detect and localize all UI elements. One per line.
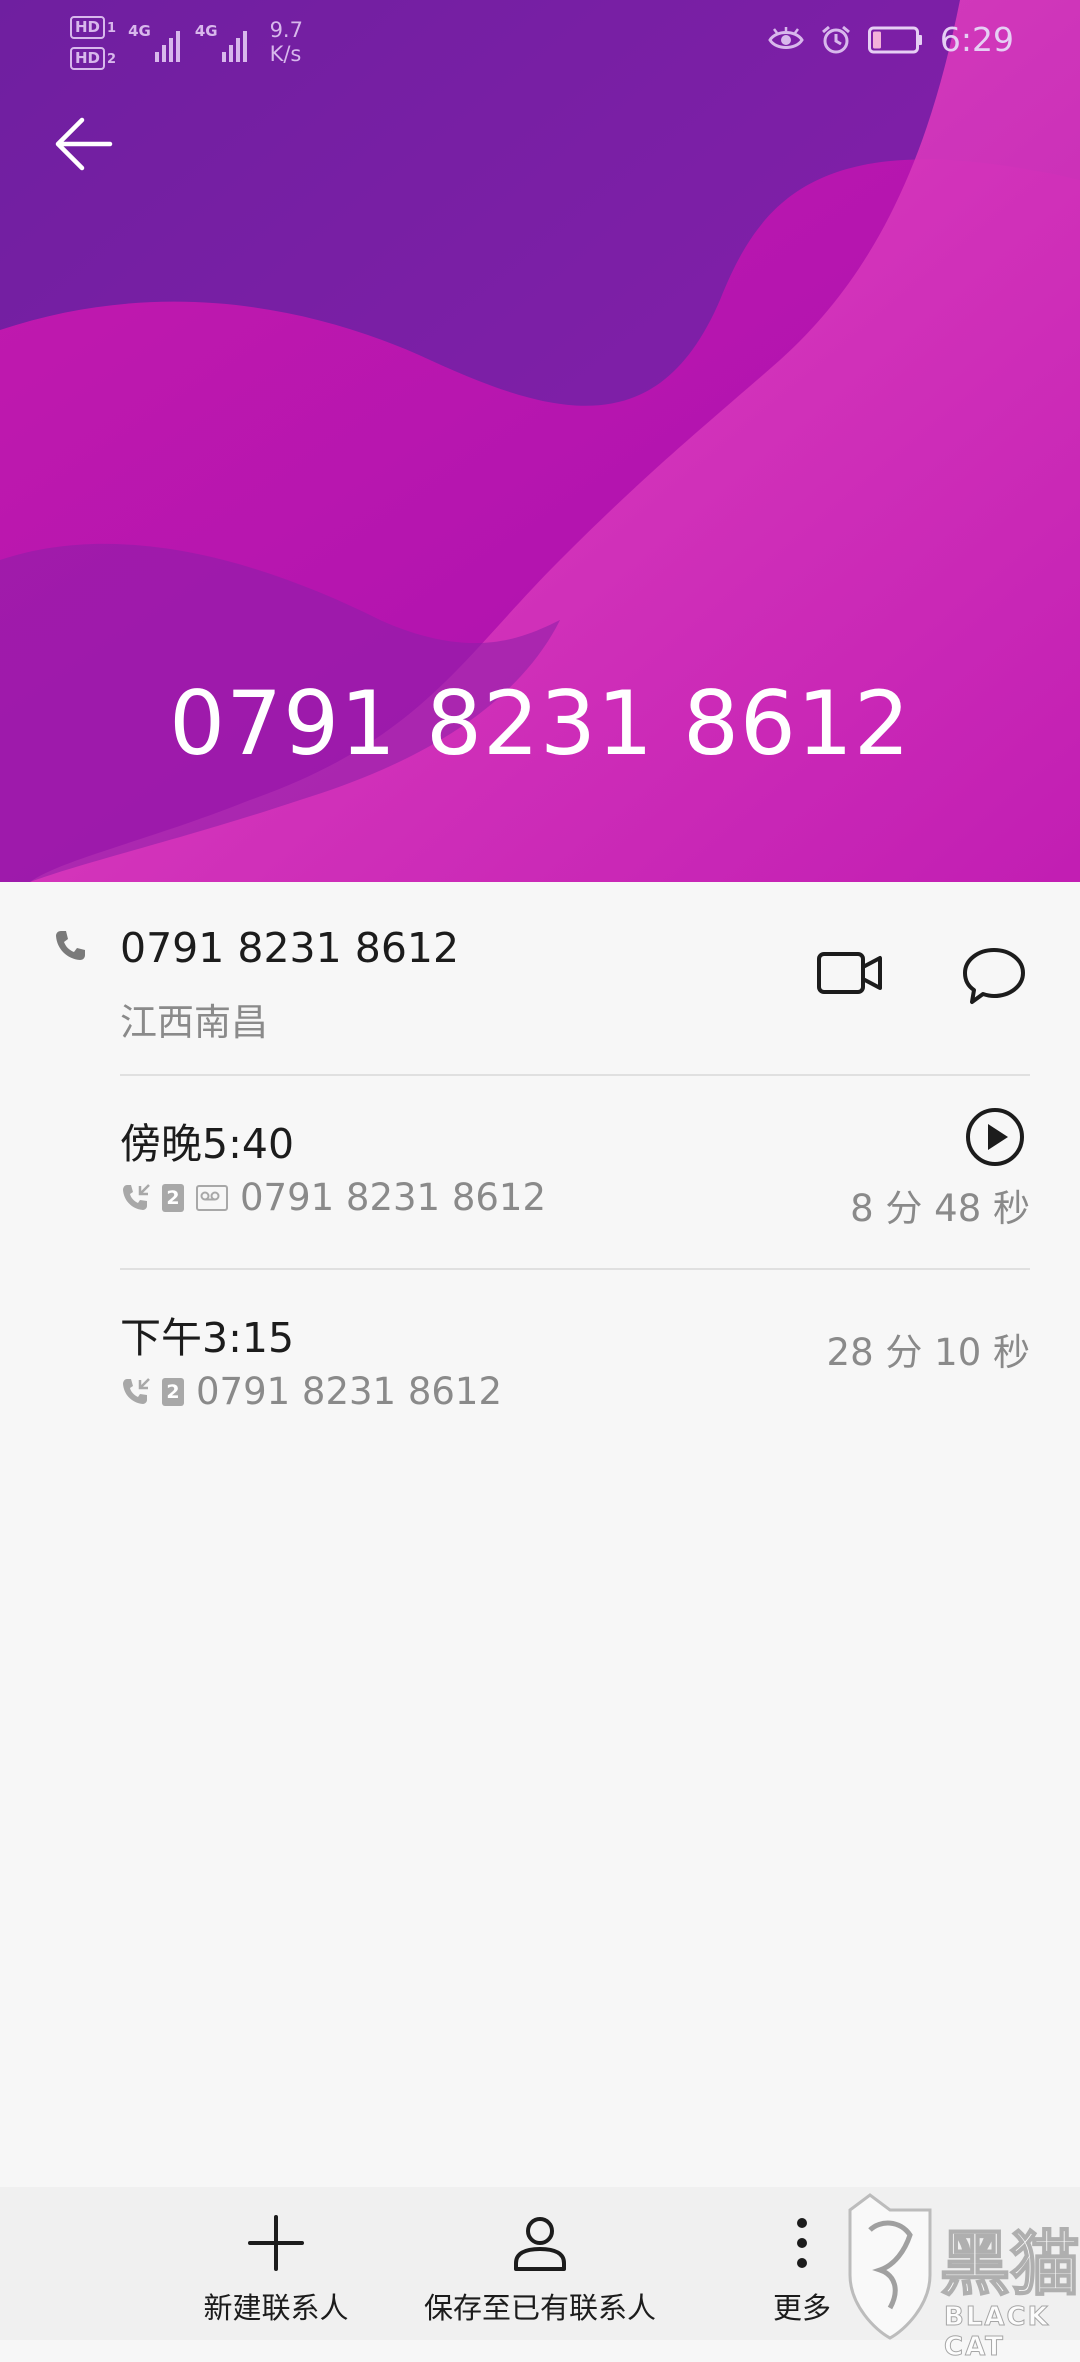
save-to-existing-contact-button[interactable]: 保存至已有联系人 xyxy=(420,2187,660,2340)
contact-row[interactable]: 0791 8231 8612 江西南昌 xyxy=(0,882,1080,1074)
black-cat-watermark: 黑猫 BLACK CAT xyxy=(800,2190,1080,2362)
network-speed-unit: K/s xyxy=(269,42,302,66)
call-number: 0791 8231 8612 xyxy=(240,1176,547,1219)
battery-icon xyxy=(867,26,922,53)
eye-comfort-icon xyxy=(768,26,804,49)
call-log-item[interactable]: 下午3:15 2 0791 8231 8612 28 分 10 秒 xyxy=(0,1270,1080,1462)
status-bar: HD 1 HD 2 4G 4G 9.7 K/s 6:29 xyxy=(0,0,1080,90)
hd-badge-1: HD xyxy=(70,16,106,39)
plus-icon xyxy=(248,2215,304,2271)
alarm-icon xyxy=(821,25,850,53)
video-call-button[interactable] xyxy=(816,948,884,998)
call-number: 0791 8231 8612 xyxy=(196,1370,503,1413)
hd-badge-2: HD xyxy=(70,47,106,70)
phone-icon xyxy=(56,931,85,960)
contact-location: 江西南昌 xyxy=(120,1001,268,1044)
call-time: 下午3:15 xyxy=(120,1314,295,1362)
new-contact-button[interactable]: 新建联系人 xyxy=(196,2187,356,2340)
save-to-existing-label: 保存至已有联系人 xyxy=(423,2291,656,2325)
contact-number: 0791 8231 8612 xyxy=(120,924,460,972)
network-speed-value: 9.7 xyxy=(269,18,303,42)
signal-icon-1: 4G xyxy=(128,16,183,62)
chat-bubble-icon xyxy=(963,948,1025,1004)
sim-2-icon: 2 xyxy=(162,1377,184,1406)
call-duration: 28 分 10 秒 xyxy=(826,1331,1030,1374)
sim-2-label: 2 xyxy=(107,52,117,67)
call-duration: 8 分 48 秒 xyxy=(850,1187,1030,1230)
header: HD 1 HD 2 4G 4G 9.7 K/s 6:29 0791 8231 8… xyxy=(0,0,1080,882)
play-icon xyxy=(966,1108,1024,1166)
arrow-left-icon xyxy=(55,117,113,171)
incoming-call-icon xyxy=(123,1183,150,1210)
incoming-call-icon xyxy=(123,1377,150,1404)
header-phone-number: 0791 8231 8612 xyxy=(169,672,911,775)
sim-1-label: 1 xyxy=(107,21,117,36)
call-log-item[interactable]: 傍晚5:40 2 0791 8231 8612 8 分 48 秒 xyxy=(0,1076,1080,1268)
clock-time: 6:29 xyxy=(939,20,1014,59)
watermark-text-cn: 黑猫 xyxy=(939,2222,1080,2306)
watermark-text-en: BLACK CAT xyxy=(944,2302,1050,2362)
voicemail-icon xyxy=(196,1184,228,1211)
new-contact-label: 新建联系人 xyxy=(203,2291,349,2325)
bottom-action-bar: 新建联系人 保存至已有联系人 更多 黑猫 BLACK CAT xyxy=(0,2187,1080,2362)
person-icon xyxy=(514,2217,566,2271)
back-button[interactable] xyxy=(52,112,116,176)
call-time: 傍晚5:40 xyxy=(120,1120,295,1168)
play-recording-button[interactable] xyxy=(964,1106,1026,1168)
sim-2-icon: 2 xyxy=(162,1183,184,1212)
video-camera-icon xyxy=(817,952,882,994)
call-details: 0791 8231 8612 江西南昌 傍晚5:40 2 0791 8231 8… xyxy=(0,882,1080,2187)
signal-icon-2: 4G xyxy=(195,16,250,62)
message-button[interactable] xyxy=(962,946,1026,1006)
